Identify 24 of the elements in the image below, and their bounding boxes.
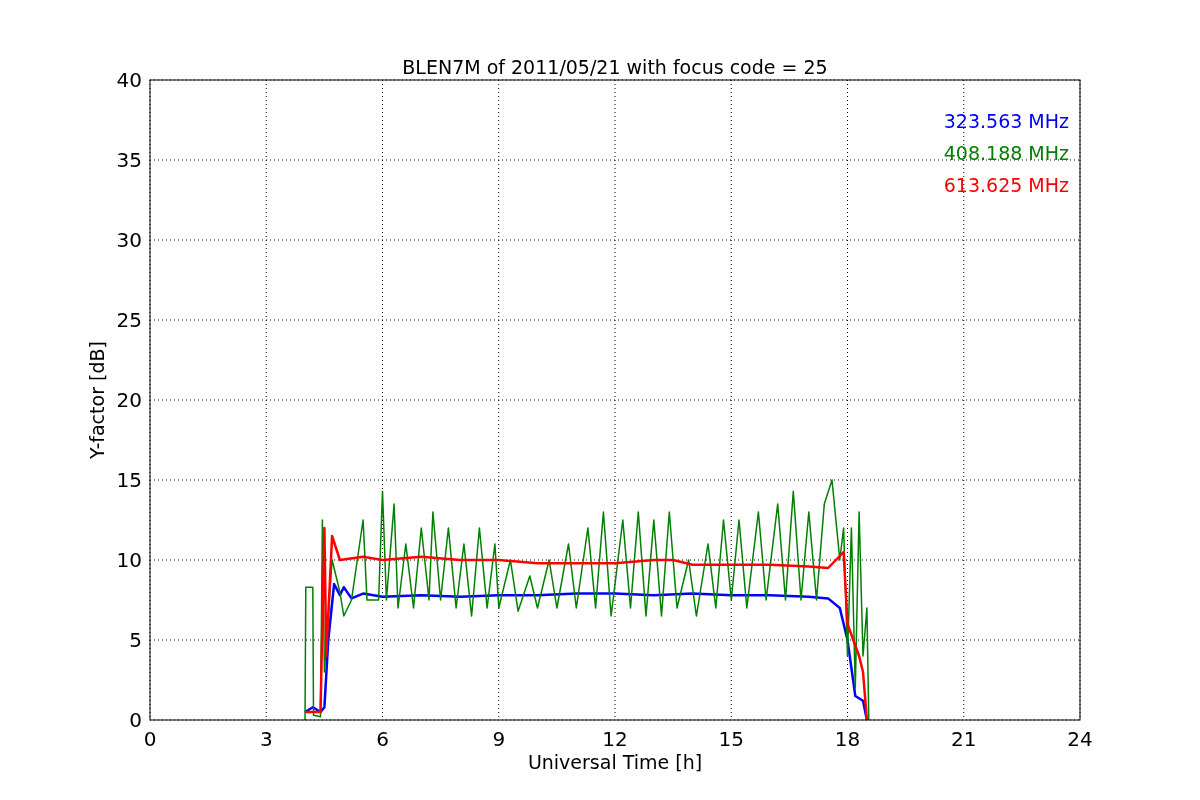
tick-label: 0: [143, 727, 157, 751]
legend-label: 323.563 MHz: [943, 110, 1069, 132]
y-axis-label: Y-factor [dB]: [86, 341, 108, 459]
tick-label: 21: [951, 727, 977, 751]
tick-label: 40: [116, 68, 142, 92]
legend-label: 613.625 MHz: [943, 174, 1069, 196]
x-axis-label: Universal Time [h]: [527, 751, 703, 773]
tick-label: 15: [718, 727, 744, 751]
tick-label: 15: [116, 468, 142, 492]
tick-label: 18: [834, 727, 861, 751]
tick-label: 35: [116, 148, 142, 172]
tick-label: 25: [116, 308, 142, 332]
tick-label: 30: [116, 228, 142, 252]
tick-label: 9: [492, 727, 506, 751]
tick-label: 6: [376, 727, 389, 751]
tick-label: 20: [116, 388, 142, 412]
tick-label: 10: [116, 548, 142, 572]
tick-label: 0: [129, 708, 142, 732]
tick-label: 12: [602, 727, 628, 751]
tick-label: 3: [259, 727, 273, 751]
legend-label: 408.188 MHz: [943, 142, 1069, 164]
tick-label: 24: [1067, 727, 1093, 751]
chart-title: BLEN7M of 2011/05/21 with focus code = 25: [402, 56, 828, 78]
tick-label: 5: [129, 628, 142, 652]
